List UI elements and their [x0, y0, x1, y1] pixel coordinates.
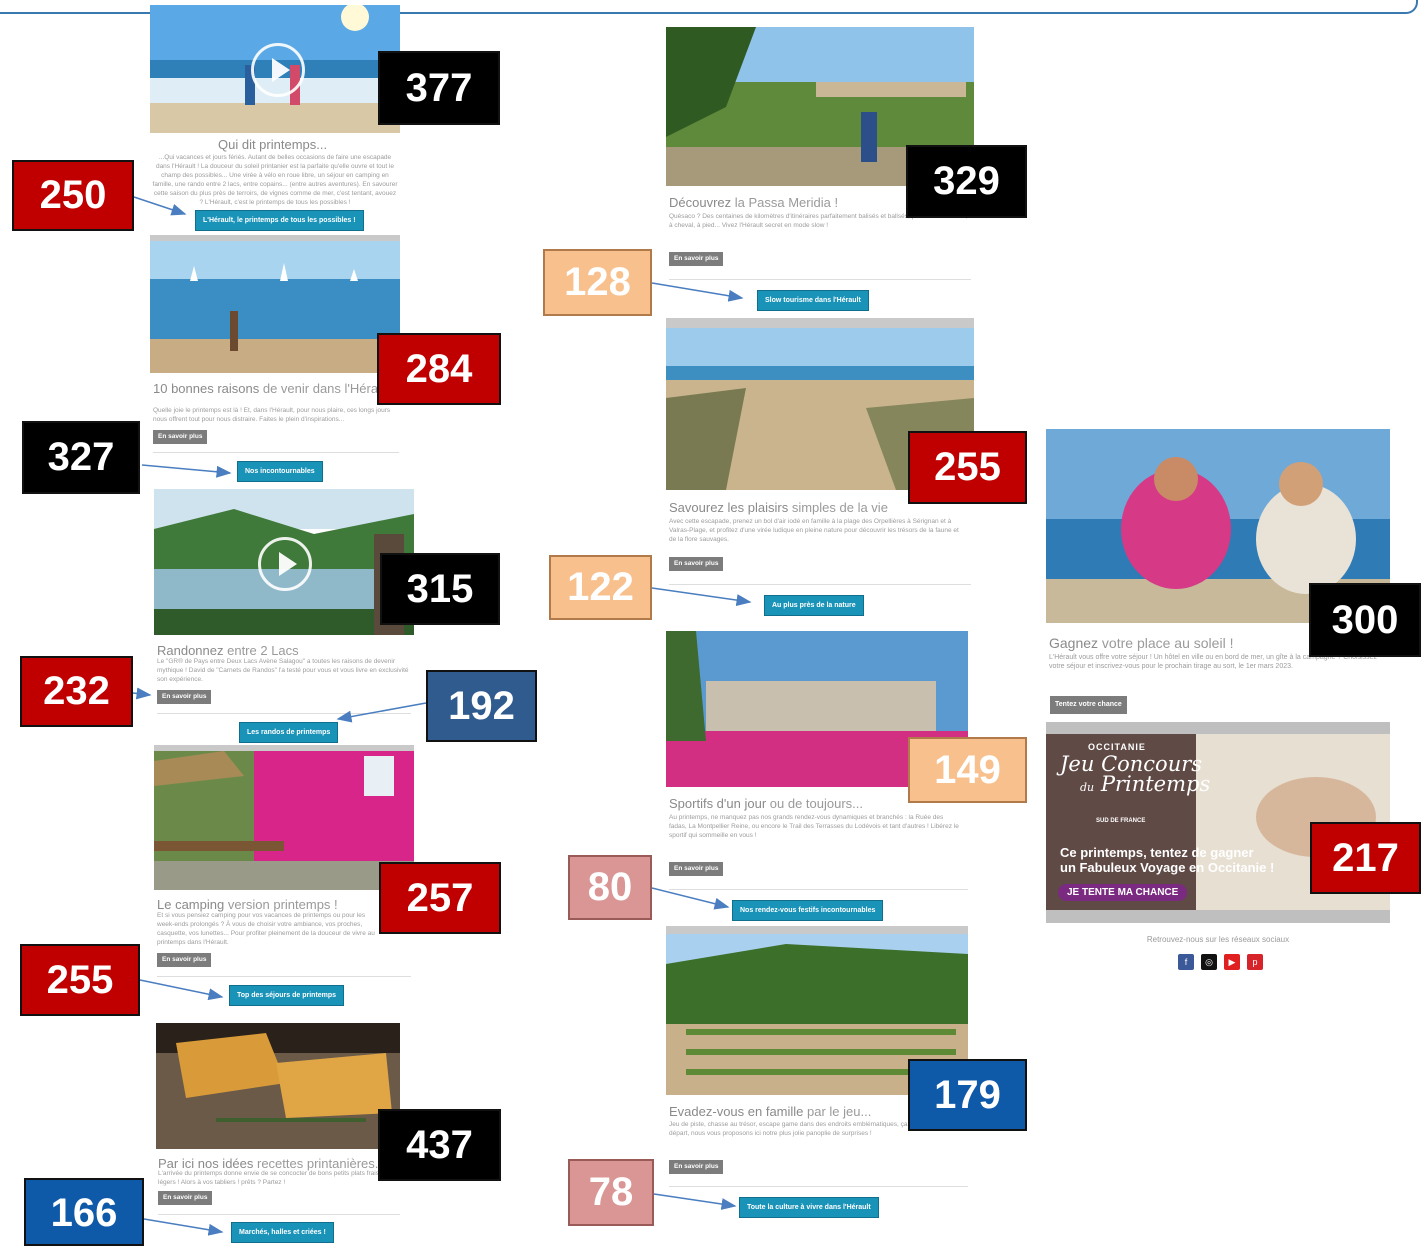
count-badge: 257 [379, 862, 501, 934]
social-icons: f ◎ ▶ p [1178, 954, 1263, 970]
cta-culture[interactable]: Toute la culture à vivre dans l'Hérault [739, 1197, 879, 1218]
count-badge: 250 [12, 160, 134, 231]
seal-top-text: OCCITANIE [1088, 742, 1146, 752]
en-savoir-plus-button[interactable]: En savoir plus [158, 1191, 213, 1205]
item-description: Au printemps, ne manquez pas nos grands … [669, 814, 959, 839]
divider [153, 452, 399, 453]
social-label: Retrouvez-nous sur les réseaux sociaux [1146, 935, 1290, 944]
play-icon[interactable] [258, 537, 312, 591]
play-icon[interactable] [251, 43, 305, 97]
arrow [336, 702, 427, 723]
seal-line1: Jeu [1060, 752, 1095, 776]
divider [669, 1186, 968, 1187]
separator-bar [666, 926, 968, 934]
divider [669, 584, 971, 585]
count-badge: 377 [378, 51, 500, 125]
tentez-votre-chance-button[interactable]: Tentez votre chance [1050, 696, 1127, 714]
contest-seal: OCCITANIE Jeu Concours du Printemps SUD … [1060, 742, 1210, 832]
facebook-icon[interactable]: f [1178, 954, 1194, 970]
item-description: Et si vous pensiez camping pour vos vaca… [157, 912, 375, 946]
arrow [651, 282, 744, 302]
count-badge: 149 [908, 737, 1027, 803]
cta-nature[interactable]: Au plus près de la nature [764, 595, 864, 616]
item-description: Quelle joie le printemps est là ! Et, da… [153, 407, 391, 423]
divider [157, 713, 411, 714]
en-savoir-plus-button[interactable]: En savoir plus [157, 953, 212, 967]
count-badge: 232 [20, 656, 133, 727]
count-badge: 217 [1310, 822, 1421, 894]
instagram-icon[interactable]: ◎ [1201, 954, 1217, 970]
camping-image[interactable] [154, 751, 414, 890]
arrow [653, 1193, 737, 1210]
youtube-icon[interactable]: ▶ [1224, 954, 1240, 970]
banner-headline-2: un Fabuleux Voyage en Occitanie ! [1060, 860, 1275, 875]
cta-sejours-printemps[interactable]: Top des séjours de printemps [229, 985, 345, 1006]
arrow [139, 979, 224, 1001]
en-savoir-plus-button[interactable]: En savoir plus [669, 252, 724, 266]
item-title: Découvrez la Passa Meridia ! [669, 195, 839, 210]
en-savoir-plus-button[interactable]: En savoir plus [157, 690, 212, 704]
item-description: L'arrivée du printemps donne envie de se… [158, 1170, 387, 1186]
cta-incontournables[interactable]: Nos incontournables [237, 461, 323, 482]
divider [157, 976, 411, 977]
pinterest-icon[interactable]: p [1247, 954, 1263, 970]
arrow [651, 887, 730, 910]
en-savoir-plus-button[interactable]: En savoir plus [669, 557, 724, 571]
item-title: Gagnez votre place au soleil ! [1049, 635, 1234, 651]
cta-slow-tourisme[interactable]: Slow tourisme dans l'Hérault [757, 290, 869, 311]
je-tente-ma-chance-button[interactable]: JE TENTE MA CHANCE [1058, 884, 1188, 901]
item-title: Sportifs d'un jour ou de toujours... [669, 796, 863, 811]
arrow [651, 587, 752, 607]
banner-headline-1: Ce printemps, tentez de gagner [1060, 845, 1254, 860]
count-badge: 284 [377, 333, 501, 405]
count-badge: 329 [906, 145, 1027, 218]
item-title: Evadez-vous en famille par le jeu... [669, 1104, 872, 1119]
count-badge: 315 [380, 553, 500, 625]
en-savoir-plus-button[interactable]: En savoir plus [669, 862, 724, 876]
recipe-image[interactable] [156, 1023, 400, 1149]
item-title: Randonnez entre 2 Lacs [157, 643, 299, 658]
count-badge: 128 [543, 249, 652, 316]
lake-hike-video-image[interactable] [154, 489, 414, 635]
seal-script-text: Jeu Concours du Printemps [1060, 754, 1210, 798]
count-badge: 255 [908, 431, 1027, 504]
count-badge: 78 [568, 1159, 654, 1226]
item-description: Avec cette escapade, prenez un bol d'air… [669, 518, 959, 543]
count-badge: 166 [24, 1178, 144, 1246]
seal-line4: Printemps [1100, 772, 1211, 796]
item-description: ...Qui vacances et jours fériés. Autant … [152, 154, 398, 206]
arrow [141, 464, 232, 478]
beach-video-image[interactable] [150, 5, 400, 133]
kayak-beach-image[interactable] [150, 241, 400, 373]
divider [669, 279, 971, 280]
cta-randos-printemps[interactable]: Les randos de printemps [239, 722, 339, 743]
count-badge: 80 [568, 855, 652, 920]
item-title: Savourez les plaisirs simples de la vie [669, 500, 888, 515]
arrow [132, 687, 152, 700]
seal-bottom-text: SUD DE FRANCE [1096, 818, 1146, 824]
cta-marches-halles[interactable]: Marchés, halles et criées ! [231, 1222, 334, 1243]
arrow [143, 1218, 224, 1236]
divider [669, 889, 968, 890]
cta-printemps-possibles[interactable]: L'Hérault, le printemps de tous les poss… [195, 210, 364, 231]
count-badge: 300 [1309, 583, 1421, 657]
count-badge: 437 [378, 1109, 501, 1181]
item-description: Le "GR® de Pays entre Deux Lacs Avène Sa… [157, 658, 409, 683]
count-badge: 327 [22, 421, 140, 494]
en-savoir-plus-button[interactable]: En savoir plus [669, 1160, 724, 1174]
divider [158, 1214, 400, 1215]
en-savoir-plus-button[interactable]: En savoir plus [153, 430, 208, 444]
item-title: Le camping version printemps ! [157, 897, 338, 912]
count-badge: 255 [20, 944, 140, 1016]
count-badge: 179 [908, 1059, 1027, 1131]
cta-rendez-vous-festifs[interactable]: Nos rendez-vous festifs incontournables [732, 900, 884, 921]
count-badge: 122 [549, 555, 652, 620]
count-badge: 192 [426, 670, 537, 742]
item-title: Qui dit printemps... [218, 137, 328, 152]
separator-bar [666, 318, 974, 328]
seal-line3: du [1080, 781, 1095, 794]
